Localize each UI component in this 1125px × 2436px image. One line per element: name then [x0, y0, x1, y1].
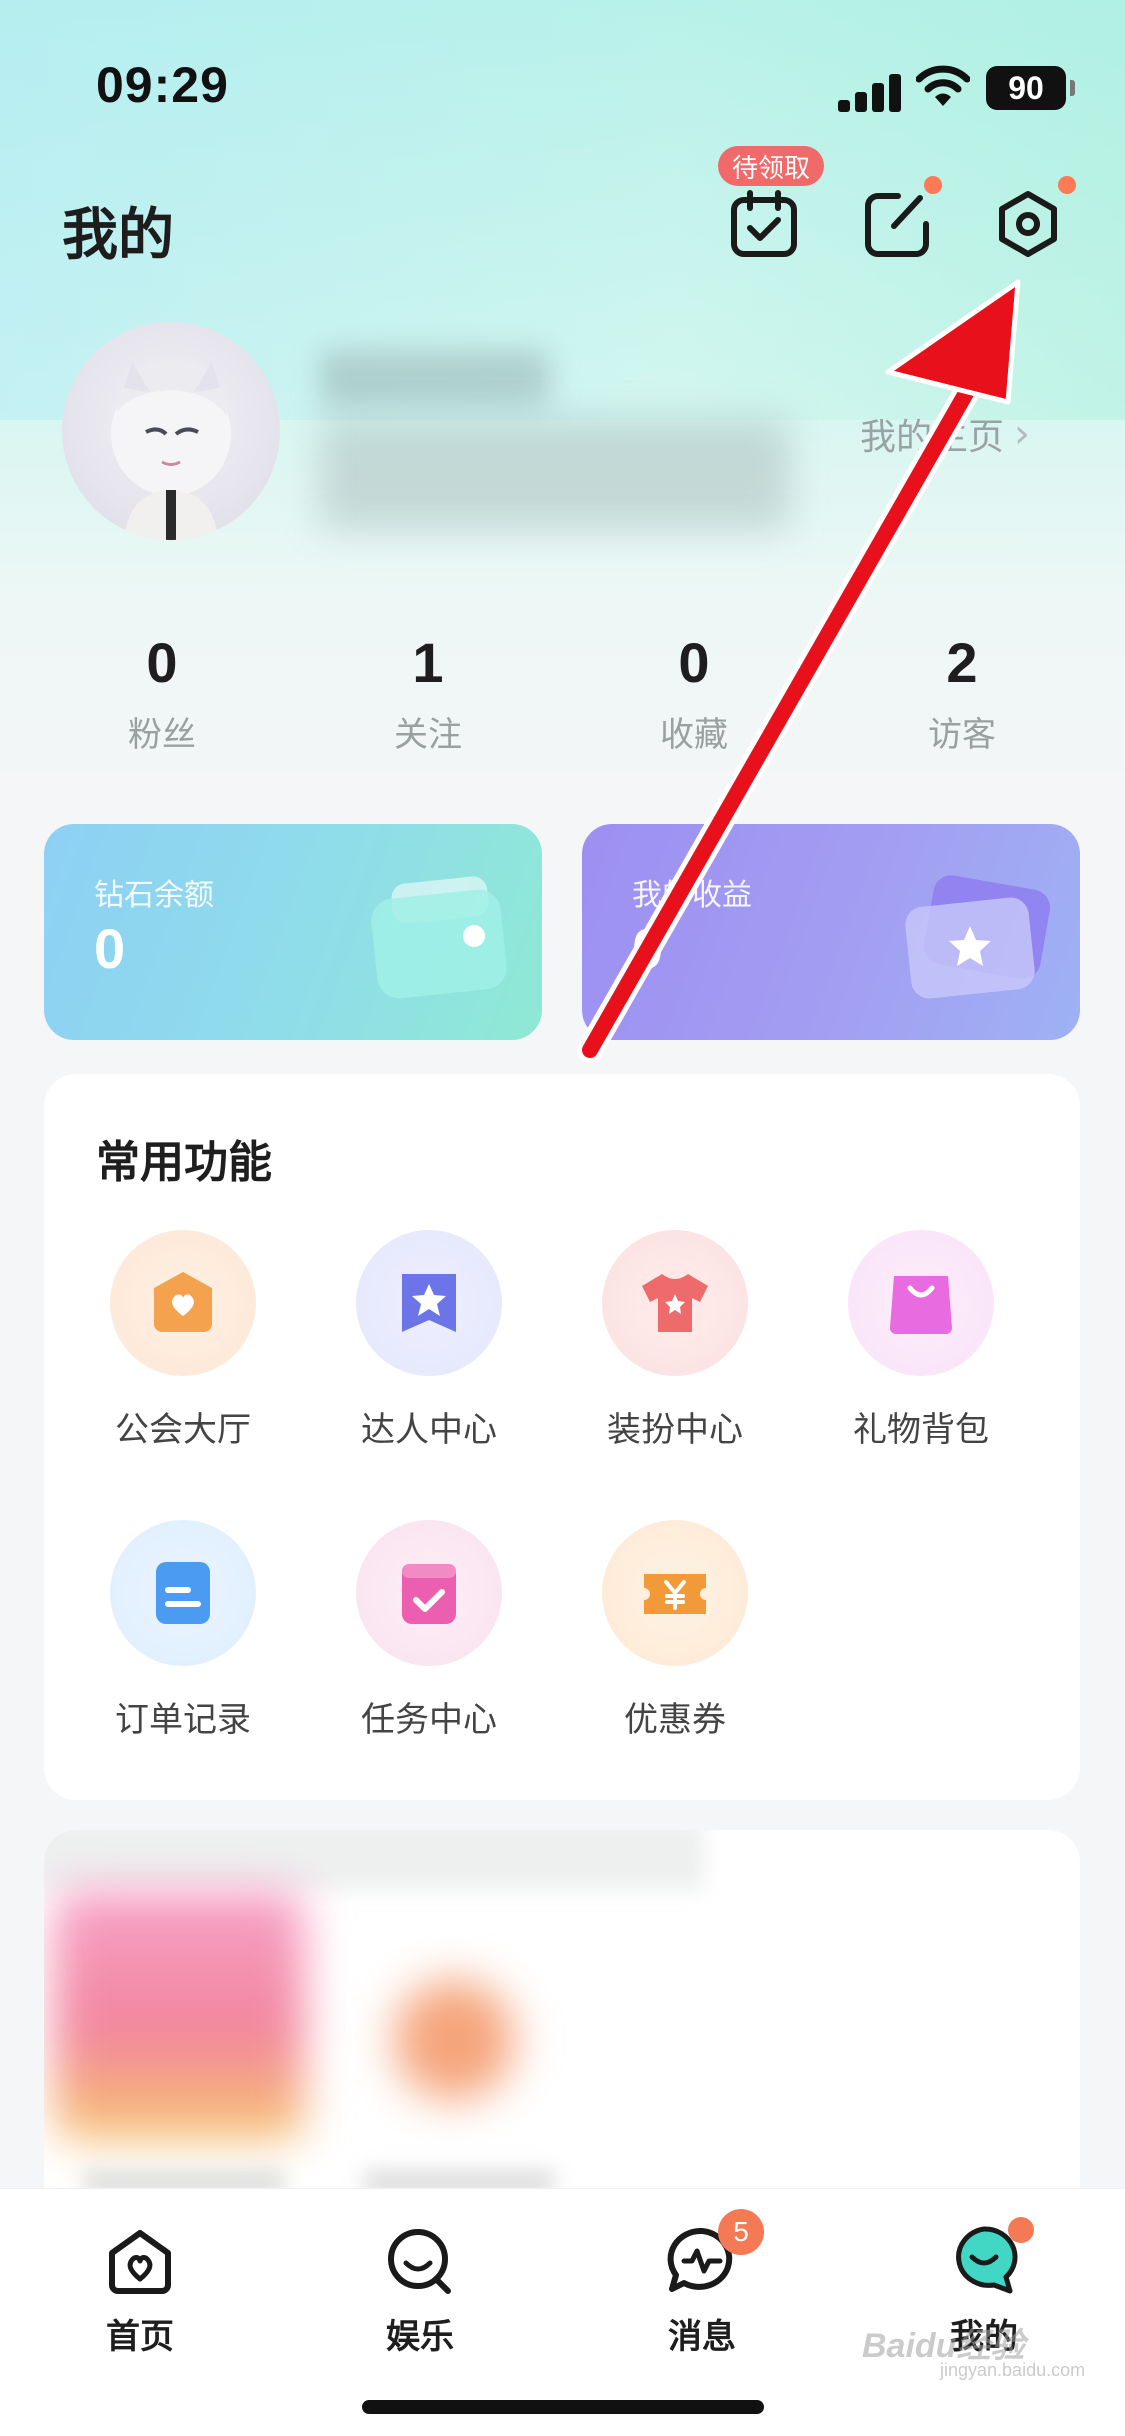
calendar-check-button[interactable] [728, 188, 800, 260]
stat-value: 2 [946, 631, 978, 694]
stat-label: 访客 [928, 715, 996, 755]
shirt-icon [642, 1274, 708, 1332]
stat-value: 0 [678, 631, 710, 694]
watermark-url: jingyan.baidu.com [940, 2360, 1086, 2380]
order-list-icon [156, 1562, 210, 1624]
stat-following[interactable]: 1 关注 [328, 630, 528, 756]
function-label: 订单记录 [115, 1700, 251, 1740]
pending-badge: 待领取 [718, 146, 825, 186]
function-talent-center[interactable]: 达人中心 [314, 1230, 544, 1451]
settings-icon [999, 191, 1057, 257]
function-label: 装扮中心 [607, 1410, 743, 1450]
home-heart-icon [109, 2230, 171, 2294]
settings-notification-dot [1058, 176, 1076, 194]
stat-visitors[interactable]: 2 访客 [862, 630, 1062, 756]
page-title: 我的 [62, 203, 174, 268]
tab-entertainment[interactable]: 娱乐 [330, 2223, 510, 2358]
function-label: 礼物背包 [853, 1410, 989, 1450]
tab-home[interactable]: 首页 [50, 2223, 230, 2358]
card-label: 钻石余额 [94, 878, 214, 913]
stat-label: 关注 [394, 715, 462, 755]
blurred-image [54, 1890, 304, 2140]
tab-label: 首页 [106, 2317, 174, 2357]
stat-value: 1 [412, 631, 444, 694]
function-gift-bag[interactable]: 礼物背包 [806, 1230, 1036, 1451]
battery-icon: 90 [986, 66, 1075, 110]
homepage-link-label: 我的主页 [860, 417, 1005, 458]
task-check-icon [402, 1564, 456, 1624]
gift-bag-icon [890, 1276, 952, 1334]
avatar[interactable] [62, 322, 280, 540]
my-income-card[interactable]: 我的收益 0 [582, 824, 1080, 1040]
card-value: 0 [632, 917, 664, 980]
edit-icon [865, 193, 929, 257]
coupon-yen-icon [644, 1574, 706, 1614]
chevron-right-icon: › [1014, 411, 1031, 457]
tab-label: 娱乐 [386, 2317, 454, 2357]
diamond-balance-card[interactable]: 钻石余额 0 [44, 824, 542, 1040]
card-value: 0 [94, 917, 126, 980]
function-guild-hall[interactable]: 公会大厅 [68, 1230, 298, 1451]
me-notification-dot [1008, 2217, 1034, 2243]
function-label: 任务中心 [361, 1700, 497, 1740]
status-bar: 09:29 90 [0, 0, 1125, 150]
function-coupons[interactable]: 优惠券 [560, 1520, 790, 1741]
common-functions-panel: 常用功能 公会大厅 达人中心 装扮中心 礼物背包 订单记录 任务中心 优惠券 [44, 1074, 1080, 1800]
function-order-records[interactable]: 订单记录 [68, 1520, 298, 1741]
settings-button[interactable] [992, 188, 1064, 260]
wallet-icon [362, 864, 512, 1004]
function-label: 达人中心 [361, 1410, 497, 1450]
tab-label: 消息 [668, 2317, 736, 2357]
card-label: 我的收益 [632, 878, 752, 913]
blurred-user-info [320, 420, 790, 530]
stat-value: 0 [146, 631, 178, 694]
home-indicator [362, 2400, 764, 2414]
guild-heart-icon [154, 1272, 212, 1332]
function-dress-center[interactable]: 装扮中心 [560, 1230, 790, 1451]
stat-label: 收藏 [660, 715, 728, 755]
entertainment-icon [388, 2229, 451, 2294]
edit-notification-dot [924, 176, 942, 194]
bottom-tab-bar: 首页 娱乐 消息 5 我的 [0, 2188, 1125, 2436]
blurred-username [320, 350, 550, 406]
my-homepage-link[interactable]: 我的主页 › [860, 408, 1030, 460]
function-task-center[interactable]: 任务中心 [314, 1520, 544, 1741]
star-ribbon-icon [402, 1274, 456, 1332]
calendar-check-icon [731, 190, 797, 257]
edit-button[interactable] [862, 188, 934, 260]
blurred-image [394, 1980, 514, 2100]
blurred-content-panel [44, 1830, 1080, 2250]
signal-icon [838, 72, 904, 112]
star-card-icon [900, 864, 1051, 1004]
stat-favorites[interactable]: 0 收藏 [594, 630, 794, 756]
status-time: 09:29 [96, 57, 229, 113]
stat-label: 粉丝 [128, 715, 196, 755]
section-title: 常用功能 [96, 1137, 272, 1188]
tab-messages[interactable]: 消息 5 [612, 2209, 792, 2358]
stat-fans[interactable]: 0 粉丝 [62, 630, 262, 756]
wifi-icon [915, 64, 971, 110]
function-label: 优惠券 [624, 1700, 726, 1740]
function-label: 公会大厅 [115, 1410, 251, 1450]
message-count-badge: 5 [718, 2209, 764, 2255]
